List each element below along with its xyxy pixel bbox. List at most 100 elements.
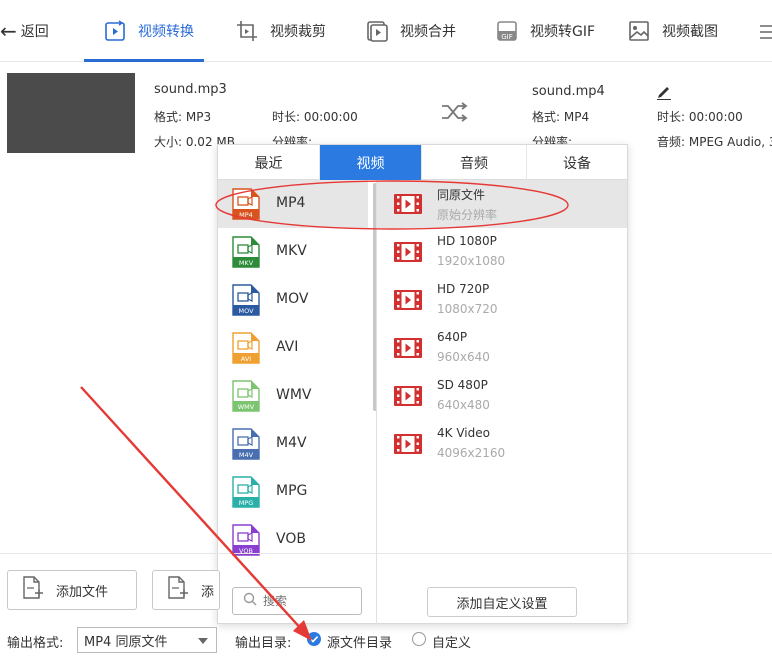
source-file-name: sound.mp3	[154, 82, 227, 97]
format-label: VOB	[276, 531, 306, 547]
format-item-wmv[interactable]: WMV WMV	[218, 372, 368, 420]
video-convert-icon	[102, 18, 128, 44]
format-label: M4V	[276, 435, 307, 451]
format-item-mpg[interactable]: MPG MPG	[218, 468, 368, 516]
format-search-box[interactable]	[232, 587, 362, 615]
radio-source-dir-label[interactable]: 源文件目录	[327, 632, 392, 651]
source-duration: 时长: 00:00:00	[272, 110, 358, 124]
svg-text:GIF: GIF	[501, 33, 513, 41]
output-duration: 时长: 00:00:00	[657, 110, 743, 124]
screenshot-icon	[626, 18, 652, 44]
output-dir-label: 输出目录:	[235, 636, 292, 651]
tab-audio[interactable]: 音频	[422, 145, 527, 180]
svg-text:MP4: MP4	[239, 211, 253, 219]
back-label: 返回	[20, 24, 49, 40]
tab-label: 视频截图	[662, 24, 718, 40]
video-thumbnail[interactable]	[7, 73, 135, 153]
gif-icon: GIF	[494, 18, 520, 44]
preset-item[interactable]: 同原文件 原始分辨率	[377, 180, 627, 228]
add-custom-setting-button[interactable]: 添加自定义设置	[427, 587, 577, 617]
preset-resolution: 4096x2160	[437, 446, 506, 460]
format-item-mkv[interactable]: MKV MKV	[218, 228, 368, 276]
radio-source-dir[interactable]	[307, 632, 321, 646]
format-label: MOV	[276, 291, 309, 307]
add-file-icon	[22, 576, 44, 604]
svg-text:WMV: WMV	[238, 403, 255, 411]
preset-resolution: 原始分辨率	[437, 208, 498, 222]
format-item-mov[interactable]: MOV MOV	[218, 276, 368, 324]
preset-item[interactable]: 640P 960x640	[377, 324, 627, 372]
tab-label: 视频裁剪	[270, 24, 326, 40]
format-popup: 最近 视频 音频 设备 MP4 MP4 MKV MKV MOV MOV AVI AVI WMV W…	[217, 144, 628, 624]
preset-name: 4K Video	[437, 426, 490, 440]
vob-file-icon: VOB	[232, 524, 260, 556]
video-film-icon	[393, 289, 423, 311]
tab-label: 视频合并	[400, 24, 456, 40]
output-audio: 音频: MPEG Audio, 3	[657, 135, 772, 149]
svg-text:MPG: MPG	[239, 499, 254, 507]
svg-text:M4V: M4V	[239, 451, 254, 459]
tab-recent[interactable]: 最近	[218, 145, 320, 180]
radio-custom-dir[interactable]	[412, 632, 426, 646]
format-label: AVI	[276, 339, 299, 355]
mp4-file-icon: MP4	[232, 188, 260, 220]
preset-item[interactable]: HD 720P 1080x720	[377, 276, 627, 324]
mov-file-icon: MOV	[232, 284, 260, 316]
format-item-avi[interactable]: AVI AVI	[218, 324, 368, 372]
video-merge-icon	[364, 18, 390, 44]
format-item-m4v[interactable]: M4V M4V	[218, 420, 368, 468]
video-film-icon	[393, 241, 423, 263]
tab-video-convert[interactable]: 视频转换	[102, 14, 194, 48]
preset-item[interactable]: SD 480P 640x480	[377, 372, 627, 420]
svg-text:AVI: AVI	[241, 355, 251, 363]
more-settings-icon[interactable]	[760, 22, 772, 46]
output-file-name: sound.mp4	[532, 84, 605, 99]
radio-custom-dir-label[interactable]: 自定义	[432, 632, 471, 651]
video-crop-icon	[234, 18, 260, 44]
tab-video[interactable]: 视频	[320, 145, 422, 180]
preset-item[interactable]: 4K Video 4096x2160	[377, 420, 627, 468]
preset-resolution: 640x480	[437, 398, 490, 412]
video-film-icon	[393, 193, 423, 215]
format-item-mp4[interactable]: MP4 MP4	[218, 180, 368, 228]
search-input[interactable]	[263, 594, 343, 608]
tab-video-crop[interactable]: 视频裁剪	[234, 14, 326, 48]
mkv-file-icon: MKV	[232, 236, 260, 268]
format-item-vob[interactable]: VOB VOB	[218, 516, 368, 564]
output-format-label: 输出格式:	[7, 636, 64, 651]
search-icon	[243, 592, 257, 610]
preset-resolution: 960x640	[437, 350, 490, 364]
active-tab-indicator	[84, 59, 204, 62]
output-format-select[interactable]: MP4 同原文件	[77, 627, 217, 653]
preset-item[interactable]: HD 1080P 1920x1080	[377, 228, 627, 276]
add-file-button[interactable]: 添加文件	[7, 570, 137, 610]
video-film-icon	[393, 385, 423, 407]
svg-text:MOV: MOV	[238, 307, 254, 315]
bottom-divider	[0, 553, 772, 554]
format-list: MP4 MP4 MKV MKV MOV MOV AVI AVI WMV WMV M4V M4V MPG M…	[218, 180, 374, 570]
add-folder-icon	[167, 576, 189, 604]
format-category-tabs: 最近 视频 音频 设备	[218, 145, 627, 180]
preset-name: SD 480P	[437, 378, 488, 392]
add-file-label: 添加文件	[56, 584, 109, 600]
tab-label: 视频转GIF	[530, 24, 596, 40]
tab-device[interactable]: 设备	[527, 145, 627, 180]
edit-pencil-icon[interactable]	[656, 84, 672, 104]
format-label: MKV	[276, 243, 307, 259]
tab-video-merge[interactable]: 视频合并	[364, 14, 456, 48]
preset-name: HD 1080P	[437, 234, 497, 248]
shuffle-icon	[440, 101, 468, 127]
preset-name: 640P	[437, 330, 468, 344]
video-film-icon	[393, 433, 423, 455]
back-button[interactable]: ← 返回	[0, 18, 49, 44]
wmv-file-icon: WMV	[232, 380, 260, 412]
m4v-file-icon: M4V	[232, 428, 260, 460]
svg-text:MKV: MKV	[239, 259, 254, 267]
output-format: 格式: MP4	[532, 110, 590, 124]
add-folder-button[interactable]: 添	[152, 570, 220, 610]
tab-video-screenshot[interactable]: 视频截图	[626, 14, 718, 48]
preset-resolution: 1080x720	[437, 302, 498, 316]
format-label: MP4	[276, 195, 306, 211]
tab-video-gif[interactable]: GIF 视频转GIF	[494, 14, 595, 48]
mpg-file-icon: MPG	[232, 476, 260, 508]
